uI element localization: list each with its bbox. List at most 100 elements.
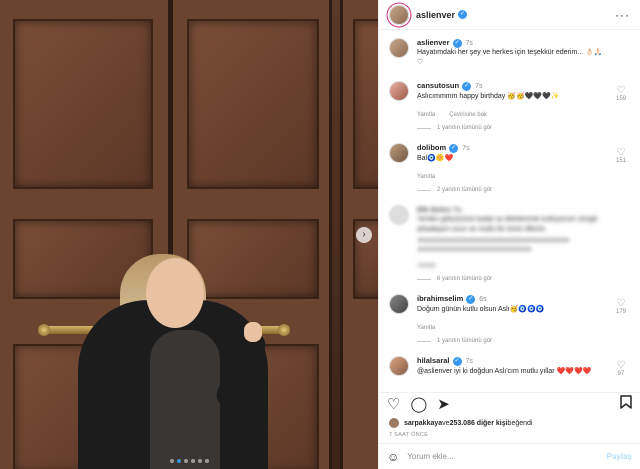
commenter-avatar[interactable] — [389, 205, 409, 226]
door-knob — [278, 324, 290, 336]
comment-like[interactable]: ♡ 97 — [612, 360, 630, 377]
reply-button[interactable]: Yanıtla — [417, 263, 435, 269]
comment-text: @aslienver iyi ki doğdun Aslı'cım mutlu … — [417, 367, 592, 375]
comment-username[interactable]: Blk Belen 7s — [417, 205, 462, 214]
comment: hilalsaral ✓ 7s @aslienver iyi ki doğdun A… — [389, 356, 630, 377]
post-date[interactable]: 7 SAAT ÖNCE — [389, 432, 428, 438]
commenter-avatar[interactable] — [389, 81, 409, 102]
comment-text: Bal🧿🌼❤️ — [417, 154, 454, 162]
more-options-icon[interactable]: ··· — [615, 8, 630, 22]
comment-blurred: Blk Belen 7s Yerden gökyüzüne kadar iyi … — [389, 205, 630, 270]
comment-like-count: 97 — [617, 371, 625, 378]
caption-username[interactable]: aslienver — [417, 38, 450, 47]
comment-username[interactable]: ibrahimselim — [417, 294, 463, 303]
carousel-dots — [170, 459, 209, 463]
view-replies-button[interactable]: 6 yanıtın tümünü gör — [417, 276, 630, 282]
view-replies-button[interactable]: 1 yanıtın tümünü gör — [417, 125, 630, 131]
comment: cansutosun ✓ 7s Aslıcımmmm happy birthday … — [389, 81, 630, 119]
comment-body: ibrahimselim ✓ 6s Doğum günün kutlu olsun … — [417, 294, 630, 332]
author-username[interactable]: aslienver — [416, 10, 455, 20]
comment-like[interactable]: ♡ 151 — [612, 147, 630, 164]
comment-username[interactable]: hilalsaral — [417, 356, 450, 365]
comment-time: 7s — [462, 145, 470, 153]
comment-username[interactable]: dolibom — [417, 143, 446, 152]
comment-body: cansutosun ✓ 7s Aslıcımmmm happy birthday … — [417, 81, 630, 119]
reply-button[interactable]: Yanıtla — [417, 174, 435, 180]
author-avatar[interactable] — [389, 4, 409, 25]
likes-summary: sarpakkaya ve 253.086 diğer kişi beğendi — [389, 418, 632, 428]
replies-line — [417, 340, 431, 342]
comment-like[interactable]: ♡ 159 — [612, 85, 630, 102]
commenter-avatar[interactable] — [389, 294, 409, 315]
replies-line — [417, 189, 431, 191]
comment-body: dolibom ✓ 7s Bal🧿🌼❤️ Yanıtla — [417, 143, 630, 181]
reply-button[interactable]: Yanıtla — [417, 325, 435, 331]
verified-icon: ✓ — [462, 81, 472, 91]
heart-icon[interactable]: ♡ — [612, 85, 630, 96]
add-comment-bar: ☺ Paylaş — [379, 443, 640, 469]
heart-icon[interactable]: ♡ — [612, 298, 630, 309]
verified-icon: ✓ — [452, 356, 462, 366]
comment-like-count: 179 — [615, 309, 626, 316]
comment-time: 7s — [475, 83, 483, 91]
carousel-next-icon[interactable]: › — [356, 227, 372, 243]
reply-button[interactable]: Yanıtla — [417, 112, 435, 118]
caption-time: 7s — [465, 40, 473, 47]
post-comment-button[interactable]: Paylaş — [607, 452, 632, 461]
blurred-line — [417, 246, 532, 253]
verified-icon: ✓ — [452, 38, 462, 48]
translate-button[interactable]: Çevirisine bak — [449, 112, 487, 118]
caption-avatar[interactable] — [389, 38, 409, 58]
likes-suffix: beğendi — [507, 419, 533, 427]
comment: ibrahimselim ✓ 6s Doğum günün kutlu olsun … — [389, 294, 630, 332]
post-media[interactable]: › — [0, 0, 378, 469]
caption-text: Hayatımdaki her şey ve herkes için teşek… — [417, 49, 603, 66]
verified-icon: ✓ — [449, 143, 459, 153]
verified-icon: ✓ — [466, 294, 476, 304]
view-replies-button[interactable]: 2 yanıtın tümünü gör — [417, 187, 630, 193]
door-panel — [353, 19, 378, 189]
person-hand — [244, 322, 262, 342]
commenter-avatar[interactable] — [389, 356, 409, 377]
heart-icon[interactable]: ♡ — [612, 147, 630, 158]
view-replies-button[interactable]: 1 yanıtın tümünü gör — [417, 338, 630, 344]
replies-line — [417, 278, 431, 280]
comment-meta: Yanıtla — [417, 324, 608, 332]
emoji-icon[interactable]: ☺ — [387, 450, 399, 464]
post-actions: ♡ ◯ ➤ — [379, 392, 640, 414]
heart-icon[interactable]: ♡ — [612, 360, 630, 371]
comment-text: Aslıcımmmm happy birthday 🥳🥳🖤🖤🖤✨ — [417, 92, 560, 100]
door-panel — [13, 19, 153, 189]
view-replies-label: 1 yanıtın tümünü gör — [437, 125, 493, 132]
carousel-dot — [205, 459, 209, 463]
door-knob — [38, 324, 50, 336]
view-replies-label: 1 yanıtın tümünü gör — [437, 338, 493, 345]
comments-list[interactable]: aslienver ✓ 7s Hayatımdaki her şey ve herk… — [379, 30, 640, 385]
comment-username[interactable]: cansutosun — [417, 81, 459, 90]
comment-like-count: 159 — [615, 96, 626, 103]
comment: dolibom ✓ 7s Bal🧿🌼❤️ Yanıtla ♡ 151 — [389, 143, 630, 181]
liker-avatar[interactable] — [389, 418, 399, 428]
liker-username[interactable]: sarpakkaya — [404, 420, 442, 427]
carousel-dot — [198, 459, 202, 463]
likes-count[interactable]: 253.086 diğer kişi — [450, 420, 508, 427]
comment-meta: Yanıtla — [417, 173, 608, 181]
comment-like[interactable]: ♡ 179 — [612, 298, 630, 315]
carousel-dot — [170, 459, 174, 463]
comment-input[interactable] — [407, 452, 607, 461]
commenter-avatar[interactable] — [389, 143, 409, 164]
post-header: aslienver ✓ ··· — [379, 0, 640, 30]
door-panel — [187, 19, 319, 189]
like-icon[interactable]: ♡ — [387, 395, 400, 413]
caption: aslienver ✓ 7s Hayatımdaki her şey ve herk… — [389, 38, 630, 67]
save-icon[interactable] — [620, 394, 632, 413]
comment-meta: Yanıtla — [417, 262, 608, 270]
person-dress — [150, 330, 220, 469]
post-sidebar: aslienver ✓ ··· aslienver ✓ 7s Hayatımdaki… — [378, 0, 640, 469]
comment-icon[interactable]: ◯ — [410, 395, 427, 413]
comment-time: 7s — [465, 358, 473, 366]
carousel-dot — [184, 459, 188, 463]
comment-body: hilalsaral ✓ 7s @aslienver iyi ki doğdun A… — [417, 356, 630, 376]
view-replies-label: 2 yanıtın tümünü gör — [437, 187, 493, 194]
share-icon[interactable]: ➤ — [437, 395, 450, 413]
